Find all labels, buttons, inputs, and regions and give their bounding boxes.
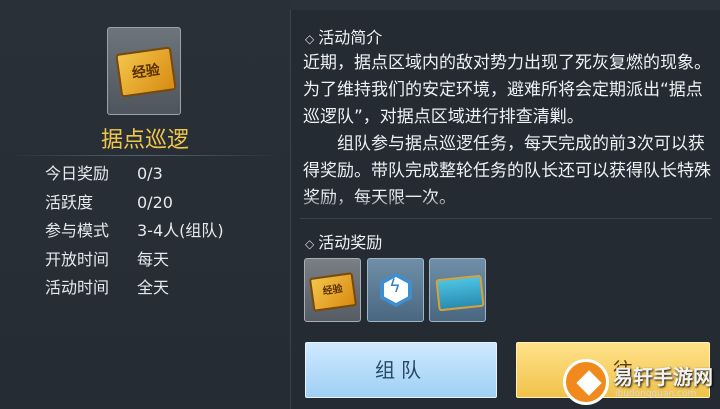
event-item-frame: 经验 xyxy=(107,27,181,115)
ticket-label: 经验 xyxy=(131,62,161,82)
stat-row-activity: 活跃度 0/20 xyxy=(45,192,224,221)
site-watermark: 易轩手游网 ibudongguan.com xyxy=(557,355,720,409)
stat-label: 开放时间 xyxy=(45,249,110,269)
stat-value: 每天 xyxy=(137,249,170,269)
stat-row-open-time: 开放时间 每天 xyxy=(45,249,224,278)
scroll-fade xyxy=(303,196,713,214)
reward-slot-exp-ticket[interactable]: 经验 xyxy=(304,258,361,322)
event-stats-list: 今日奖励 0/3 活跃度 0/20 参与模式 3-4人(组队) 开放时间 每天 活动时间… xyxy=(45,163,224,306)
intro-paragraph-1: 近期，据点区域内的敌对势力出现了死灰复燃的现象。为了维持我们的安定环境，避难所将… xyxy=(303,53,711,127)
reward-heading-text: 活动奖励 xyxy=(318,233,383,252)
watermark-url: ibudongguan.com xyxy=(615,389,697,399)
stat-value: 3-4人(组队) xyxy=(137,221,224,240)
diamond-icon: ◇ xyxy=(305,237,315,251)
exp-ticket-icon: 经验 xyxy=(115,46,177,98)
intro-heading-text: 活动简介 xyxy=(318,28,383,47)
reward-slot-energy[interactable]: ϟ xyxy=(367,258,424,322)
top-strip xyxy=(290,0,720,10)
stat-row-daily-reward: 今日奖励 0/3 xyxy=(45,163,224,192)
reward-slot-chest[interactable] xyxy=(429,258,486,322)
section-separator xyxy=(300,218,712,219)
intro-heading: ◇ 活动简介 xyxy=(305,24,382,48)
stat-row-event-time: 活动时间 全天 xyxy=(45,277,224,306)
stat-label: 活跃度 xyxy=(45,192,94,212)
intro-text-scroll[interactable]: 近期，据点区域内的敌对势力出现了死灰复燃的现象。为了维持我们的安定环境，避难所将… xyxy=(303,50,713,212)
supply-chest-icon xyxy=(435,274,485,312)
diamond-icon: ◇ xyxy=(305,32,315,46)
team-button[interactable]: 组队 xyxy=(305,342,497,398)
stat-label: 活动时间 xyxy=(45,278,110,297)
reward-heading: ◇ 活动奖励 xyxy=(305,229,382,253)
stat-label: 今日奖励 xyxy=(45,164,110,183)
stat-row-mode: 参与模式 3-4人(组队) xyxy=(45,220,224,249)
exp-ticket-icon: 经验 xyxy=(308,272,358,312)
event-title: 据点巡逻 xyxy=(100,128,189,153)
divider xyxy=(10,155,280,156)
watermark-name: 易轩手游网 xyxy=(613,365,713,389)
stat-value: 0/3 xyxy=(137,164,163,183)
stat-value: 0/20 xyxy=(137,192,173,212)
watermark-logo-icon xyxy=(563,359,609,405)
lightning-icon: ϟ xyxy=(389,276,401,297)
stat-label: 参与模式 xyxy=(45,221,110,240)
stat-value: 全天 xyxy=(137,278,170,297)
